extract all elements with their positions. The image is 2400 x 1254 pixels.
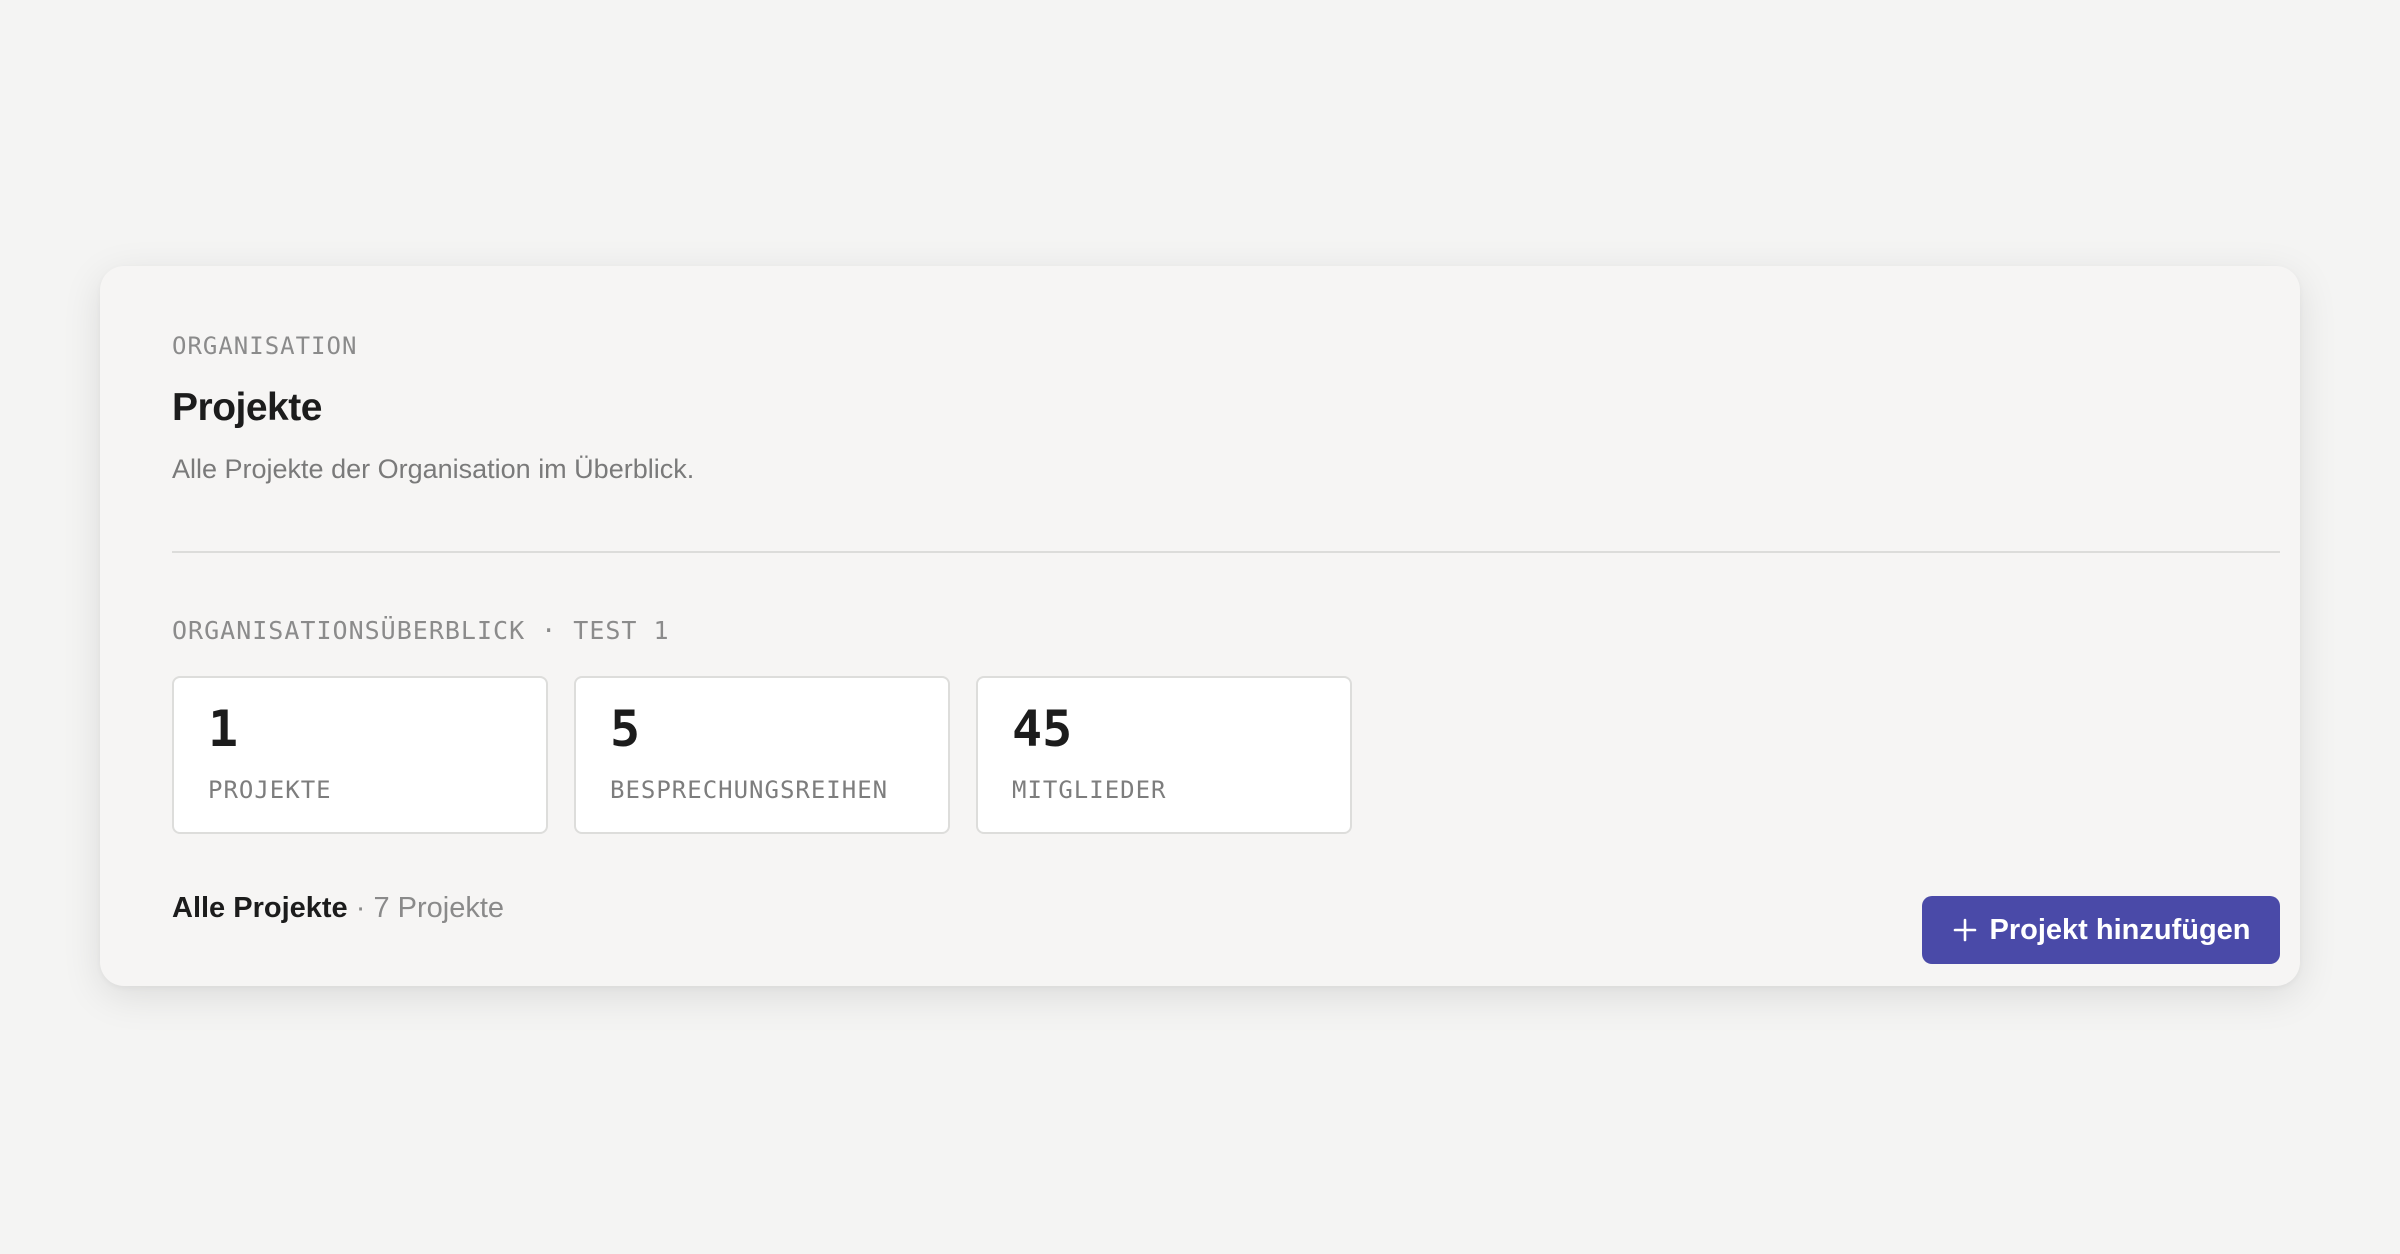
stat-label: PROJEKTE — [208, 776, 332, 804]
page-title: Projekte — [172, 386, 322, 429]
divider — [172, 551, 2280, 553]
projects-list-title: Alle Projekte — [172, 892, 348, 924]
stat-card-meeting-series: 5 BESPRECHUNGSREIHEN — [574, 676, 950, 834]
stat-label: BESPRECHUNGSREIHEN — [610, 776, 889, 804]
projects-count: 7 Projekte — [373, 892, 505, 924]
overview-label: ORGANISATIONSÜBERBLICK · TEST 1 — [172, 616, 670, 645]
stat-value: 1 — [208, 700, 239, 758]
add-project-label: Projekt hinzufügen — [1989, 913, 2251, 946]
stats-row: 1 PROJEKTE 5 BESPRECHUNGSREIHEN 45 MITGL… — [172, 676, 1352, 834]
separator: · — [355, 892, 366, 924]
section-eyebrow: ORGANISATION — [172, 332, 358, 360]
stat-value: 45 — [1012, 700, 1073, 758]
stat-value: 5 — [610, 700, 641, 758]
stat-card-members: 45 MITGLIEDER — [976, 676, 1352, 834]
page-subtitle: Alle Projekte der Organisation im Überbl… — [172, 454, 695, 484]
stat-label: MITGLIEDER — [1012, 776, 1167, 804]
projects-list-header: Alle Projekte · 7 Projekte — [172, 894, 504, 923]
stat-card-projects: 1 PROJEKTE — [172, 676, 548, 834]
projects-panel: ORGANISATION Projekte Alle Projekte der … — [100, 266, 2300, 986]
add-project-button[interactable]: Projekt hinzufügen — [1922, 896, 2280, 964]
plus-icon — [1953, 918, 1976, 942]
